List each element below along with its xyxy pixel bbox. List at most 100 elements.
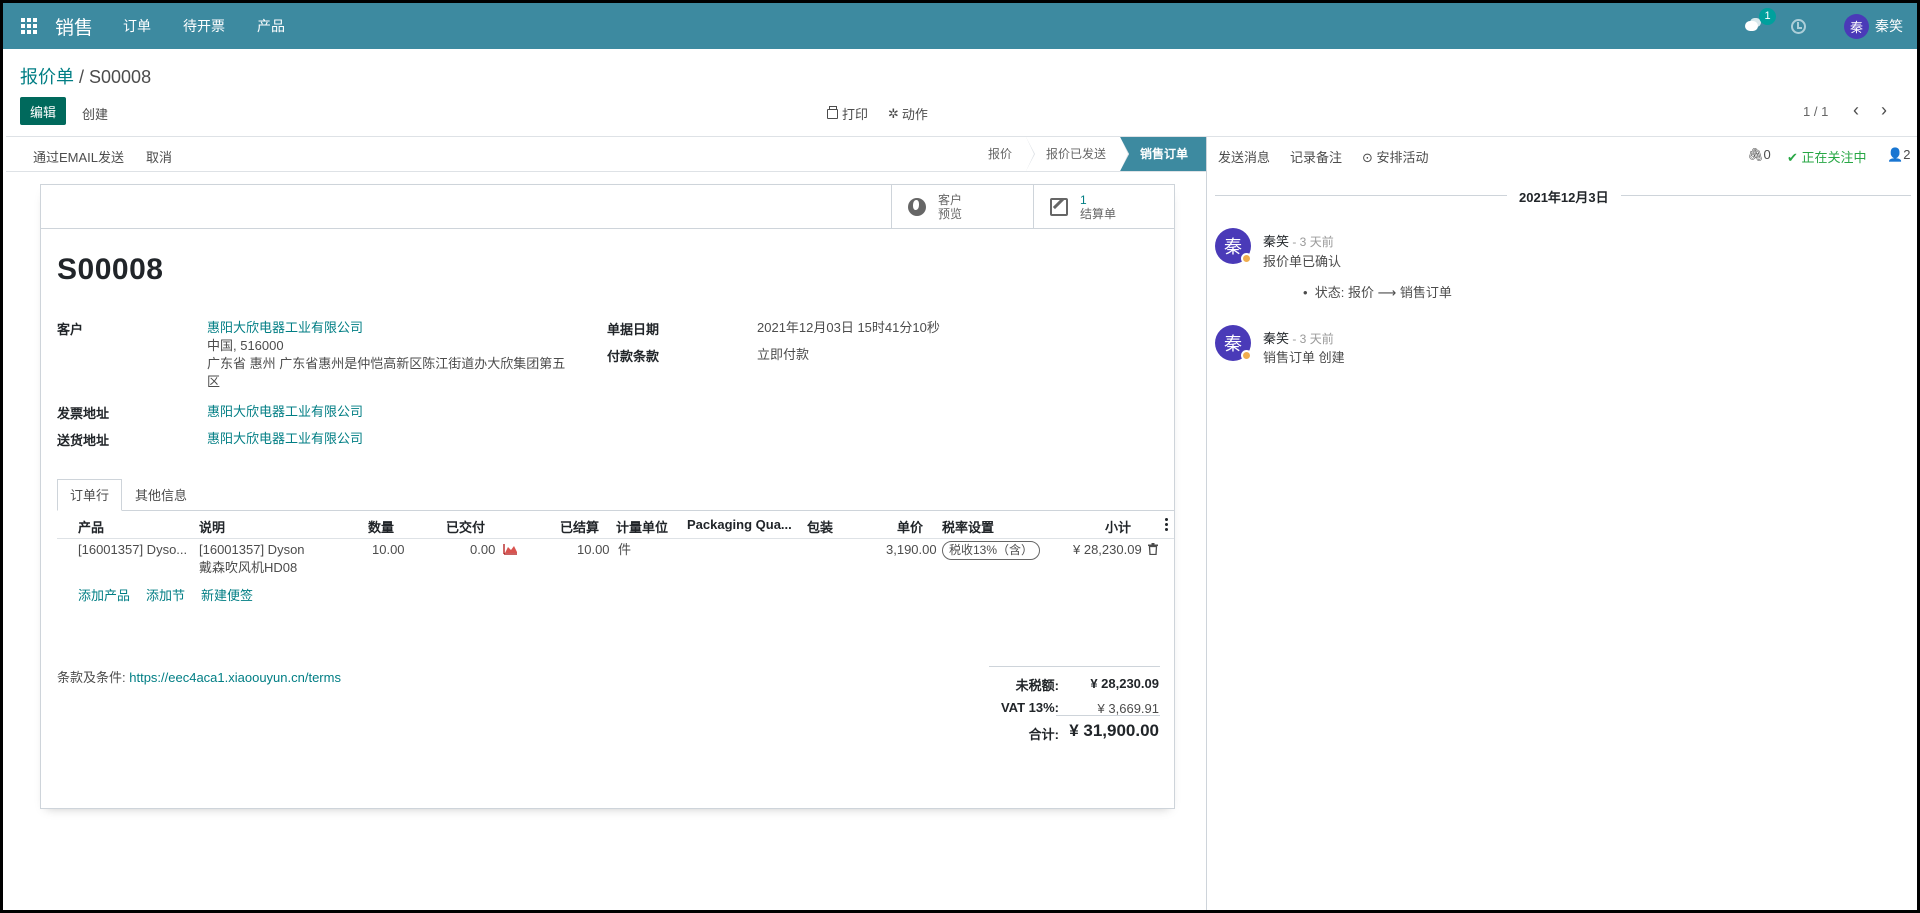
table-header-divider (57, 538, 1174, 539)
row-desc-line2: 戴森吹风机HD08 (199, 560, 298, 575)
menu-to-invoice[interactable]: 待开票 (183, 16, 225, 36)
edit-button[interactable]: 编辑 (20, 97, 66, 125)
attachments-button[interactable]: 🖇0 (1747, 147, 1771, 163)
tab-order-lines[interactable]: 订单行 (57, 479, 123, 511)
preview-line1: 客户 (938, 193, 963, 207)
status-stages: 报价 报价已发送 销售订单 (967, 137, 1206, 171)
follow-button[interactable]: ✔ 正在关注中 (1787, 147, 1867, 166)
stage-sales-order[interactable]: 销售订单 (1119, 137, 1206, 171)
trash-icon[interactable] (1148, 543, 1158, 555)
col-invoiced[interactable]: 已结算 (560, 517, 599, 536)
message-author: 秦笑 - 3 天前 (1263, 231, 1334, 250)
col-delivered[interactable]: 已交付 (446, 517, 485, 536)
action-button[interactable]: ✲ 动作 (888, 104, 928, 123)
print-button[interactable]: 打印 (827, 104, 868, 123)
preview-line2: 预览 (938, 207, 963, 221)
smart-button-box: 客户 预览 1 结算单 (41, 185, 1174, 229)
customer-address-1: 中国, 516000 (207, 338, 284, 353)
app-brand[interactable]: 销售 (55, 13, 93, 40)
col-packaging-qty[interactable]: Packaging Qua... (687, 517, 792, 532)
message-time: - 3 天前 (1289, 235, 1334, 249)
row-product[interactable]: [16001357] Dyso... (78, 541, 187, 559)
log-note-button[interactable]: 记录备注 (1290, 147, 1342, 166)
optional-columns-icon[interactable] (1165, 518, 1168, 533)
globe-icon (908, 198, 926, 216)
grand-total-divider (1056, 715, 1160, 716)
navbar-systray: 1 秦 秦笑 (1745, 3, 1917, 49)
add-section-link[interactable]: 添加节 (146, 585, 185, 604)
row-desc-line1: [16001357] Dyson (199, 542, 305, 557)
row-invoiced: 10.00 (577, 542, 610, 557)
col-packaging[interactable]: 包装 (807, 517, 833, 536)
order-name: S00008 (57, 253, 164, 286)
followers-count: 2 (1903, 147, 1911, 162)
chat-badge: 1 (1759, 8, 1776, 25)
pager-value[interactable]: 1 / 1 (1803, 104, 1828, 119)
col-uom[interactable]: 计量单位 (616, 517, 668, 536)
menu-orders[interactable]: 订单 (123, 16, 151, 36)
followers-icon: 👤 (1887, 147, 1904, 162)
schedule-activity-button[interactable]: ⊙ 安排活动 (1362, 147, 1429, 166)
form-sheet: 客户 预览 1 结算单 S00008 客户 惠阳大欣电器工业有限公司 中国, 516… (40, 184, 1175, 809)
author-name[interactable]: 秦笑 (1263, 331, 1289, 346)
app-window: 销售 订单 待开票 产品 1 秦 秦笑 报价单 / S00008 编辑 创建 打… (0, 0, 1920, 913)
totals-divider (989, 666, 1160, 667)
menu-products[interactable]: 产品 (257, 16, 285, 36)
col-quantity[interactable]: 数量 (368, 517, 394, 536)
col-product[interactable]: 产品 (78, 517, 104, 536)
print-label: 打印 (842, 107, 869, 122)
tab-other-info[interactable]: 其他信息 (122, 479, 200, 511)
stage-sales-order-label: 销售订单 (1139, 147, 1188, 161)
col-taxes[interactable]: 税率设置 (942, 517, 994, 536)
customer-link[interactable]: 惠阳大欣电器工业有限公司 (207, 320, 363, 335)
pager-next-button[interactable]: › (1881, 100, 1887, 121)
delivery-address-link[interactable]: 惠阳大欣电器工业有限公司 (207, 430, 363, 448)
attachments-count: 0 (1763, 147, 1771, 162)
row-uom[interactable]: 件 (618, 541, 631, 559)
stage-quotation-sent[interactable]: 报价已发送 (1025, 137, 1130, 171)
schedule-activity-label: 安排活动 (1376, 150, 1429, 165)
message-body: 销售订单 创建 (1263, 350, 1345, 365)
stage-quotation[interactable]: 报价 (967, 137, 1035, 171)
author-name[interactable]: 秦笑 (1263, 234, 1289, 249)
followers-button[interactable]: 👤2 (1887, 147, 1910, 163)
add-product-link[interactable]: 添加产品 (78, 585, 130, 604)
add-note-link[interactable]: 新建便签 (201, 585, 253, 604)
col-description[interactable]: 说明 (199, 517, 225, 536)
breadcrumb-quotations[interactable]: 报价单 (20, 67, 74, 87)
forecast-chart-icon[interactable] (503, 543, 518, 555)
presence-status-icon (1241, 350, 1252, 361)
breadcrumb-current: S00008 (89, 67, 152, 87)
invoices-button[interactable]: 1 结算单 (1033, 185, 1174, 229)
action-label: 动作 (901, 107, 928, 122)
customer-preview-button[interactable]: 客户 预览 (891, 185, 1033, 229)
delivery-address-label: 送货地址 (57, 433, 110, 448)
cancel-button[interactable]: 取消 (146, 147, 172, 166)
untaxed-value: ¥ 28,230.09 (1090, 676, 1159, 691)
send-message-button[interactable]: 发送消息 (1218, 147, 1270, 166)
date-value: 2021年12月03日 15时41分10秒 (757, 320, 940, 335)
row-unit-price[interactable]: 3,190.00 (886, 541, 937, 559)
user-name[interactable]: 秦笑 (1875, 16, 1903, 36)
row-description[interactable]: [16001357] Dyson 戴森吹风机HD08 (199, 541, 305, 577)
send-by-email-button[interactable]: 通过EMAIL发送 (33, 147, 124, 166)
activity-clock-icon[interactable] (1791, 18, 1806, 34)
invoice-address-link[interactable]: 惠阳大欣电器工业有限公司 (207, 403, 363, 421)
row-tax-tag[interactable]: 税收13%（含） (942, 541, 1041, 560)
terms-url-link[interactable]: https://eec4aca1.xiaoouyun.cn/terms (129, 670, 341, 685)
tracking-text: 状态: 报价 ⟶ 销售订单 (1314, 285, 1452, 300)
payment-terms-value: 立即付款 (757, 347, 810, 362)
create-button[interactable]: 创建 (82, 104, 108, 123)
user-avatar[interactable]: 秦 (1844, 13, 1869, 39)
apps-grid-icon (21, 18, 37, 34)
chat-icon[interactable]: 1 (1745, 8, 1776, 34)
col-subtotal[interactable]: 小计 (1105, 517, 1131, 536)
top-navbar: 销售 订单 待开票 产品 1 秦 秦笑 (3, 3, 1917, 49)
col-unit-price[interactable]: 单价 (897, 517, 923, 536)
pager-previous-button[interactable]: ‹ (1853, 100, 1859, 121)
tracking-value: • 状态: 报价 ⟶ 销售订单 (1303, 285, 1452, 300)
apps-menu-button[interactable] (3, 3, 55, 49)
row-quantity[interactable]: 10.00 (372, 541, 405, 559)
row-subtotal: ¥ 28,230.09 (1073, 542, 1142, 557)
check-icon: ✔ (1787, 150, 1798, 165)
